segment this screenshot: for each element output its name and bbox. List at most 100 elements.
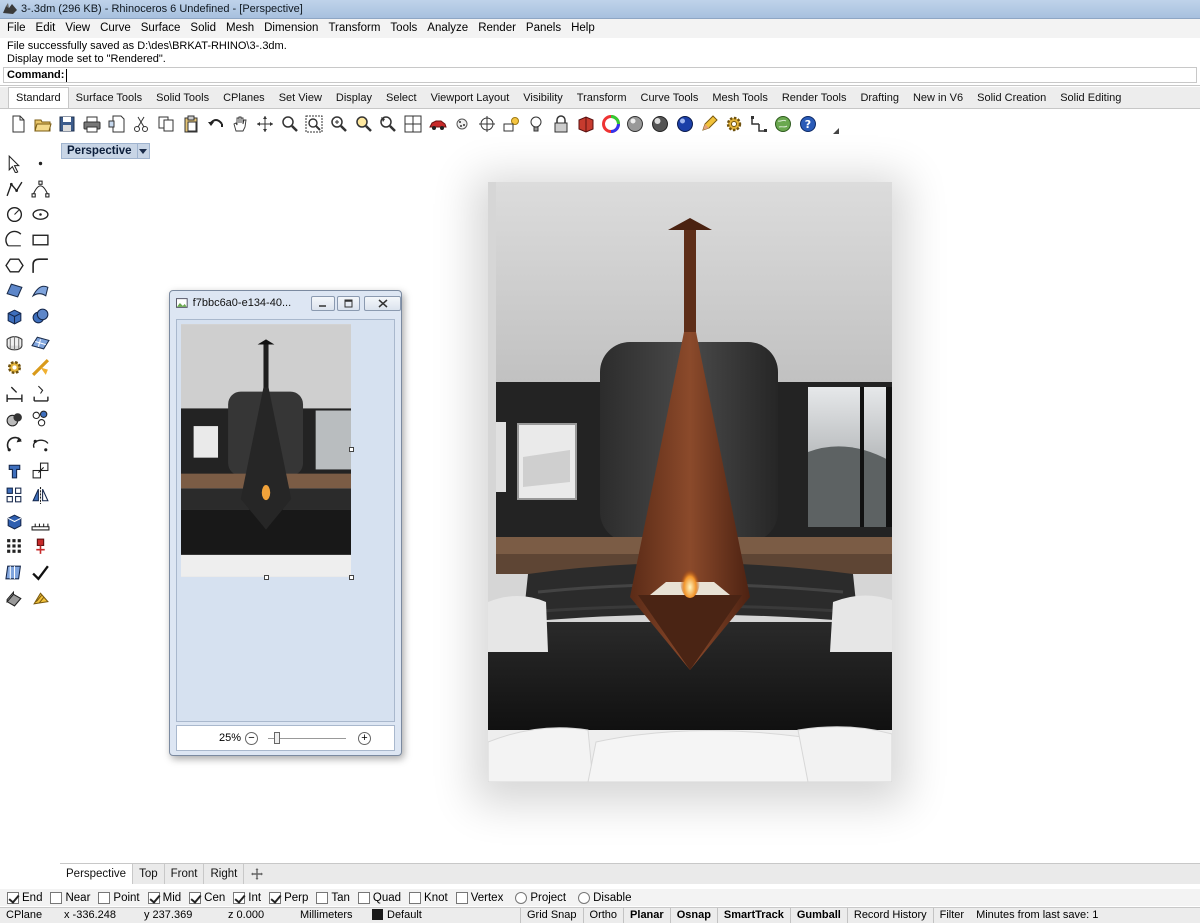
osnap-disable[interactable]: Disable xyxy=(578,891,631,904)
mesh-icon[interactable] xyxy=(3,331,25,353)
toolbar-tab-select[interactable]: Select xyxy=(379,89,424,108)
globe-icon[interactable] xyxy=(773,114,793,134)
osnap-checkbox[interactable] xyxy=(233,891,246,904)
toolbar-tab-surface-tools[interactable]: Surface Tools xyxy=(69,89,149,108)
units-indicator[interactable]: Millimeters xyxy=(294,908,366,923)
checkmark-icon[interactable] xyxy=(29,562,51,584)
sun-sky-icon[interactable] xyxy=(502,114,522,134)
gumball-red-icon[interactable] xyxy=(29,536,51,558)
select-arrow-icon[interactable] xyxy=(3,152,25,174)
osnap-checkbox[interactable] xyxy=(455,891,468,904)
menu-tools[interactable]: Tools xyxy=(385,19,422,38)
menu-mesh[interactable]: Mesh xyxy=(221,19,259,38)
toolbar-tab-visibility[interactable]: Visibility xyxy=(516,89,570,108)
osnap-checkbox[interactable] xyxy=(409,891,422,904)
minimize-button[interactable] xyxy=(311,295,335,311)
help-icon[interactable]: ? xyxy=(798,114,818,134)
zoom-dynamic-icon[interactable] xyxy=(280,114,300,134)
restore-button[interactable] xyxy=(336,295,361,311)
pan-hand-icon[interactable] xyxy=(230,114,250,134)
close-button[interactable] xyxy=(364,295,401,311)
color-wheel-icon[interactable] xyxy=(601,114,621,134)
undo-icon[interactable] xyxy=(206,114,226,134)
command-input[interactable] xyxy=(66,68,467,82)
menu-surface[interactable]: Surface xyxy=(136,19,186,38)
zoom-slider[interactable] xyxy=(268,731,346,744)
zoom-selected-icon[interactable] xyxy=(354,114,374,134)
osnap-checkbox[interactable] xyxy=(269,891,282,904)
shaded-sphere-icon[interactable] xyxy=(625,114,645,134)
toolbar-tab-curve-tools[interactable]: Curve Tools xyxy=(634,89,706,108)
toolbar-tab-standard[interactable]: Standard xyxy=(8,87,69,108)
toolbar-tab-solid-creation[interactable]: Solid Creation xyxy=(970,89,1053,108)
array-icon[interactable] xyxy=(3,485,25,507)
smarttrack-toggle[interactable]: SmartTrack xyxy=(716,908,790,923)
point-icon[interactable] xyxy=(29,152,51,174)
osnap-checkbox[interactable] xyxy=(189,891,202,904)
zoom-window-icon[interactable] xyxy=(304,114,324,134)
menu-transform[interactable]: Transform xyxy=(323,19,385,38)
planar-toggle[interactable]: Planar xyxy=(623,908,670,923)
chevron-down-icon[interactable] xyxy=(136,144,149,158)
menu-dimension[interactable]: Dimension xyxy=(259,19,323,38)
toolbar-tab-mesh-tools[interactable]: Mesh Tools xyxy=(705,89,774,108)
text-icon[interactable] xyxy=(29,382,51,404)
toolbar-tab-solid-tools[interactable]: Solid Tools xyxy=(149,89,216,108)
osnap-checkbox[interactable] xyxy=(515,891,528,904)
grid-snap-toggle[interactable]: Grid Snap xyxy=(520,908,583,923)
sweep-icon[interactable] xyxy=(29,280,51,302)
osnap-cen[interactable]: Cen xyxy=(189,891,225,904)
undo-view-icon[interactable] xyxy=(378,114,398,134)
toolbar-tab-display[interactable]: Display xyxy=(329,89,379,108)
gumball-toggle[interactable]: Gumball xyxy=(789,908,847,923)
open-folder-icon[interactable] xyxy=(33,114,53,134)
cut-icon[interactable] xyxy=(131,114,151,134)
osnap-point[interactable]: Point xyxy=(98,891,140,904)
filter-toggle[interactable]: Filter xyxy=(932,908,970,923)
target-icon[interactable] xyxy=(477,114,497,134)
polyline-icon[interactable] xyxy=(3,178,25,200)
rotate-view-icon[interactable] xyxy=(255,114,275,134)
osnap-checkbox[interactable] xyxy=(357,891,370,904)
print-icon[interactable] xyxy=(82,114,102,134)
boolean-union-icon[interactable] xyxy=(29,306,51,328)
osnap-knot[interactable]: Knot xyxy=(409,891,448,904)
osnap-project[interactable]: Project xyxy=(515,891,566,904)
toolbar-tab-cplanes[interactable]: CPlanes xyxy=(216,89,272,108)
rectangle-icon[interactable] xyxy=(29,229,51,251)
box-icon[interactable] xyxy=(3,306,25,328)
osnap-toggle[interactable]: Osnap xyxy=(669,908,717,923)
viewport-tab-right[interactable]: Right xyxy=(204,864,245,884)
osnap-checkbox[interactable] xyxy=(98,891,111,904)
cage-edit-icon[interactable] xyxy=(3,562,25,584)
pencil-highlight-icon[interactable] xyxy=(699,114,719,134)
osnap-checkbox[interactable] xyxy=(316,891,329,904)
osnap-quad[interactable]: Quad xyxy=(357,891,401,904)
grid-snap-icon[interactable] xyxy=(749,114,769,134)
gear-options-icon[interactable] xyxy=(724,114,744,134)
viewport-tab-front[interactable]: Front xyxy=(165,864,205,884)
resize-handle[interactable] xyxy=(264,575,269,580)
osnap-checkbox[interactable] xyxy=(50,891,63,904)
analyze-icon[interactable] xyxy=(3,587,25,609)
viewport-tab-perspective[interactable]: Perspective xyxy=(60,864,134,884)
toolbar-tab-transform[interactable]: Transform xyxy=(570,89,634,108)
add-viewport-tab-icon[interactable] xyxy=(250,867,264,881)
polygon-icon[interactable] xyxy=(3,254,25,276)
arc-icon[interactable] xyxy=(3,229,25,251)
rotate-icon[interactable] xyxy=(3,434,25,456)
fillet-curve-icon[interactable] xyxy=(29,254,51,276)
toolbar-tab-render-tools[interactable]: Render Tools xyxy=(775,89,854,108)
hide-object-icon[interactable] xyxy=(3,408,25,430)
import-icon[interactable] xyxy=(107,114,127,134)
zoom-out-button[interactable]: − xyxy=(245,731,258,745)
lock-icon[interactable] xyxy=(551,114,571,134)
menu-analyze[interactable]: Analyze xyxy=(422,19,473,38)
resize-handle[interactable] xyxy=(349,447,354,452)
ortho-toggle[interactable]: Ortho xyxy=(582,908,624,923)
menu-curve[interactable]: Curve xyxy=(95,19,136,38)
control-curve-icon[interactable] xyxy=(29,178,51,200)
osnap-mid[interactable]: Mid xyxy=(147,891,181,904)
blue-sphere-icon[interactable] xyxy=(675,114,695,134)
solid-box-icon[interactable] xyxy=(3,510,25,532)
